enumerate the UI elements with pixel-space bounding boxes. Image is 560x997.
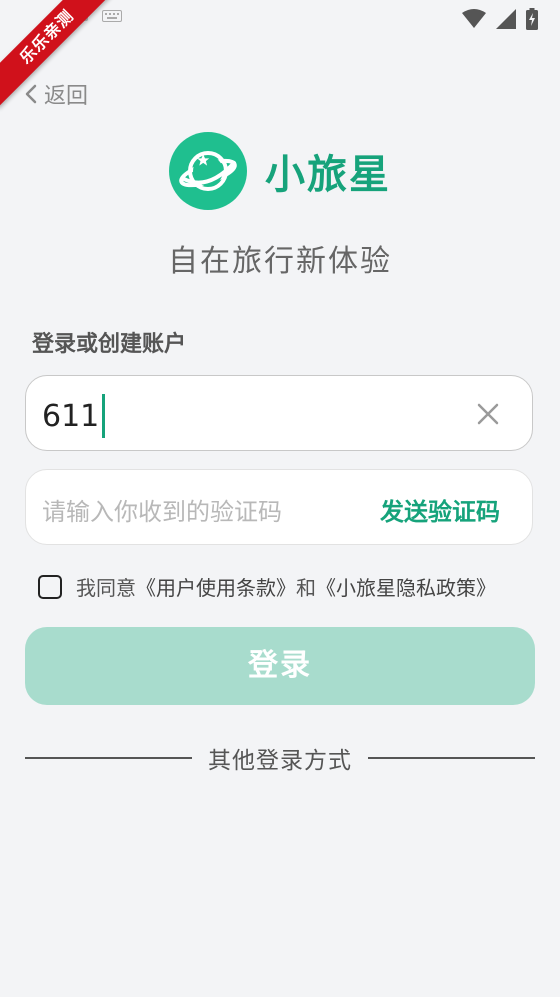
other-login-divider: 其他登录方式 [25, 741, 535, 775]
brand-name: 小旅星 [265, 152, 391, 198]
section-title: 登录或创建账户 [32, 332, 187, 357]
planet-logo-icon [169, 132, 247, 210]
verification-code-input[interactable]: 请输入你收到的验证码 发送验证码 [25, 469, 533, 545]
keyboard-icon [102, 10, 122, 22]
agreement-checkbox[interactable] [38, 574, 62, 599]
other-login-label: 其他登录方式 [208, 748, 352, 774]
chevron-left-icon [25, 84, 37, 104]
agreement-and: 和 [296, 576, 316, 600]
login-button[interactable]: 登录 [25, 627, 535, 705]
signal-icon [496, 9, 516, 29]
send-code-button[interactable]: 发送验证码 [380, 492, 500, 527]
agreement-prefix: 我同意 [76, 576, 136, 600]
divider-line-left [25, 757, 192, 759]
phone-input[interactable]: 611 [25, 375, 533, 451]
wifi-icon [462, 9, 486, 28]
text-caret [102, 394, 106, 438]
brand: 小旅星 [0, 132, 560, 210]
divider-line-right [368, 757, 535, 759]
back-button[interactable]: 返回 [24, 78, 88, 110]
code-input-placeholder: 请输入你收到的验证码 [42, 498, 282, 526]
slogan: 自在旅行新体验 [168, 244, 392, 279]
battery-icon [526, 8, 538, 30]
clear-icon[interactable] [474, 400, 502, 428]
privacy-link[interactable]: 《小旅星隐私政策》 [316, 572, 496, 601]
terms-link[interactable]: 《用户使用条款》 [136, 572, 296, 601]
agreement-row: 我同意 《用户使用条款》 和 《小旅星隐私政策》 [38, 572, 496, 601]
phone-input-value: 611 [42, 398, 100, 434]
back-label: 返回 [44, 84, 89, 109]
